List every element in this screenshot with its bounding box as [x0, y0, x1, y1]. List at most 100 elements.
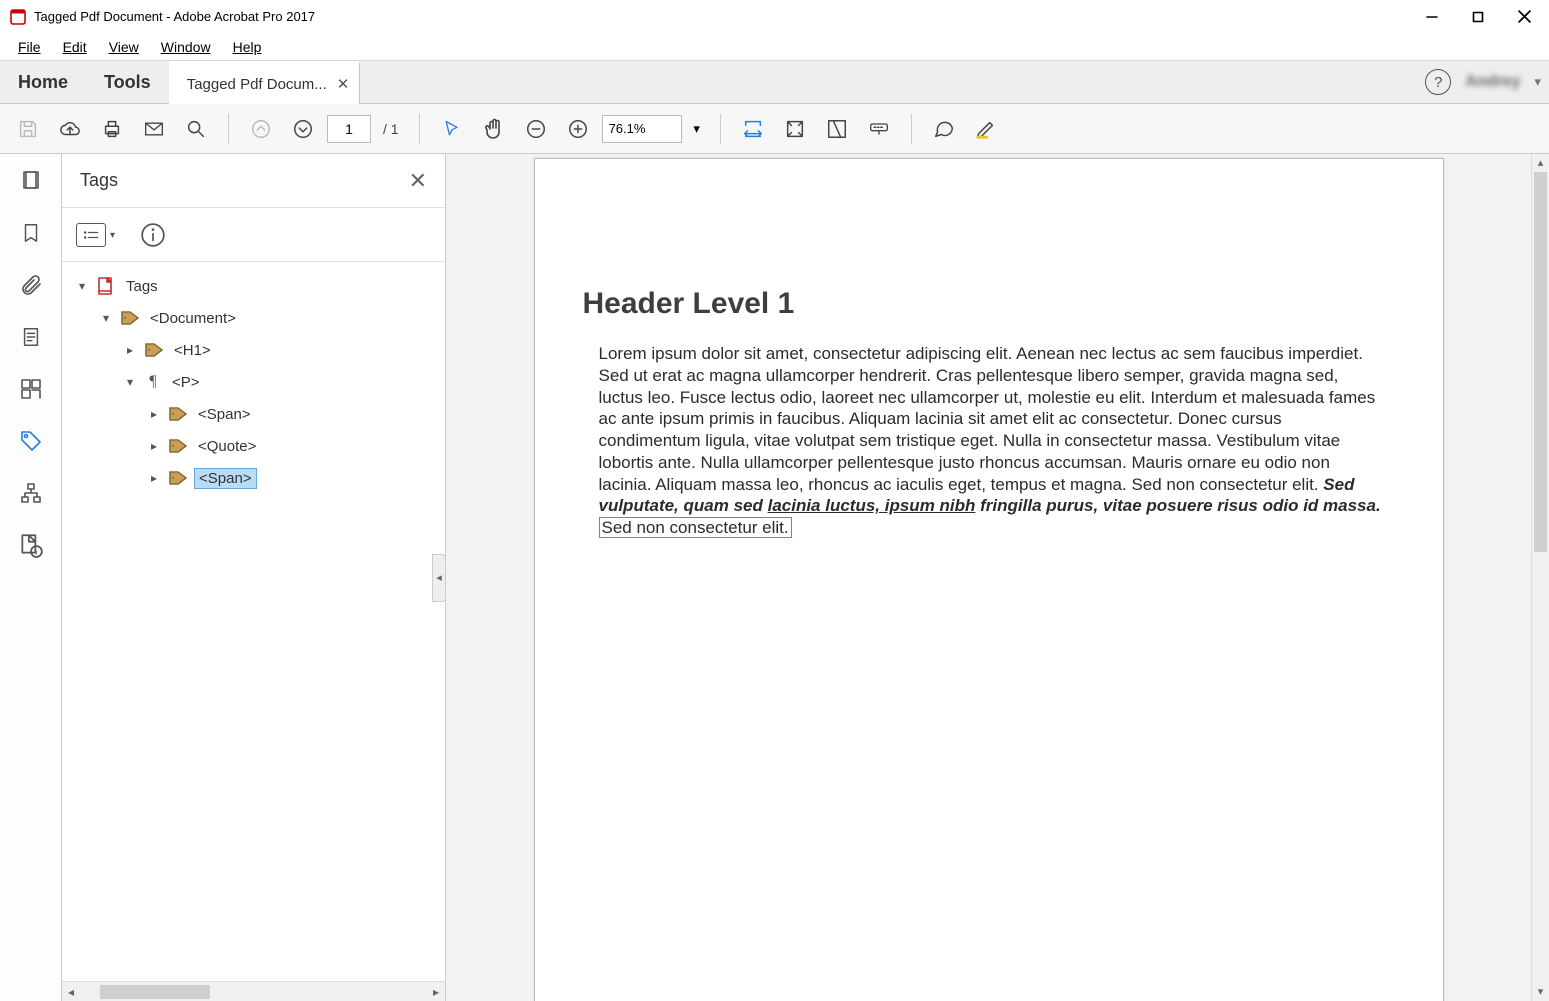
close-button[interactable] — [1501, 2, 1547, 32]
panel-close-icon[interactable]: ✕ — [409, 168, 427, 194]
paragraph-icon: ¶ — [144, 373, 162, 391]
tree-p-label: <P> — [168, 373, 204, 392]
panel-options-icon[interactable]: ▾ — [76, 223, 106, 247]
highlight-pen-icon[interactable] — [968, 111, 1004, 147]
comment-icon[interactable] — [926, 111, 962, 147]
scroll-left-icon[interactable]: ◂ — [62, 985, 80, 999]
left-nav-bar: i — [0, 154, 62, 1001]
menu-view[interactable]: View — [99, 36, 149, 58]
tag-icon — [144, 342, 164, 358]
tab-home[interactable]: Home — [0, 61, 86, 103]
page-body: Lorem ipsum dolor sit amet, consectetur … — [583, 343, 1383, 539]
tags-panel-icon[interactable] — [14, 424, 48, 458]
thumbnails-icon[interactable] — [14, 164, 48, 198]
scroll-thumb[interactable] — [1534, 172, 1547, 552]
body-text-link[interactable]: lacinia luctus, ipsum nibh — [768, 496, 976, 515]
attachments-icon[interactable] — [14, 268, 48, 302]
tree-span1[interactable]: ▸ <Span> — [70, 398, 445, 430]
tab-close-icon[interactable]: ✕ — [337, 75, 350, 93]
tab-strip: Home Tools Tagged Pdf Docum... ✕ ? Andre… — [0, 60, 1549, 104]
acrobat-icon — [10, 9, 26, 25]
tree-p[interactable]: ▾ ¶ <P> — [70, 366, 445, 398]
selection-cursor-icon[interactable] — [434, 111, 470, 147]
tree-span1-label: <Span> — [194, 405, 255, 424]
tag-icon — [168, 406, 188, 422]
tree-span2-label: <Span> — [194, 468, 257, 489]
page-heading: Header Level 1 — [583, 287, 1383, 321]
menu-file[interactable]: File — [8, 36, 51, 58]
user-name[interactable]: Andrey — [1461, 73, 1524, 91]
chevron-down-icon[interactable]: ▾ — [98, 311, 114, 325]
page-number-input[interactable] — [327, 115, 371, 143]
menu-edit[interactable]: Edit — [53, 36, 97, 58]
panel-horizontal-scrollbar[interactable]: ◂ ▸ — [62, 981, 445, 1001]
tab-document-label: Tagged Pdf Docum... — [187, 76, 327, 93]
tree-h1-label: <H1> — [170, 341, 215, 360]
page-down-icon[interactable] — [285, 111, 321, 147]
menu-window[interactable]: Window — [151, 36, 221, 58]
panel-title: Tags — [80, 170, 118, 191]
chevron-right-icon[interactable]: ▸ — [122, 343, 138, 357]
scroll-up-icon[interactable]: ▴ — [1532, 154, 1549, 172]
minimize-button[interactable] — [1409, 2, 1455, 32]
tags-tree[interactable]: ▾ Tags ▾ <Document> ▸ <H1> ▾ ¶ <P> ▸ — [62, 262, 445, 981]
pdf-icon — [96, 278, 116, 294]
read-mode-icon[interactable] — [861, 111, 897, 147]
scroll-thumb[interactable] — [100, 985, 210, 999]
tab-tools[interactable]: Tools — [86, 61, 169, 103]
fullscreen-icon[interactable] — [819, 111, 855, 147]
chevron-down-icon[interactable]: ▾ — [74, 279, 90, 293]
zoom-in-icon[interactable] — [560, 111, 596, 147]
tree-root[interactable]: ▾ Tags — [70, 270, 445, 302]
document-viewer[interactable]: Header Level 1 Lorem ipsum dolor sit ame… — [446, 154, 1531, 1001]
tree-document[interactable]: ▾ <Document> — [70, 302, 445, 334]
print-icon[interactable] — [94, 111, 130, 147]
zoom-dropdown-icon[interactable]: ▾ — [688, 115, 706, 143]
tree-h1[interactable]: ▸ <H1> — [70, 334, 445, 366]
window-title: Tagged Pdf Document - Adobe Acrobat Pro … — [34, 9, 315, 24]
structure-icon[interactable] — [14, 476, 48, 510]
panel-collapse-handle[interactable]: ◂ — [432, 554, 446, 602]
zoom-out-icon[interactable] — [518, 111, 554, 147]
accessibility-report-icon[interactable]: i — [14, 528, 48, 562]
fit-width-icon[interactable] — [735, 111, 771, 147]
body-text-plain: Lorem ipsum dolor sit amet, consectetur … — [599, 344, 1376, 494]
maximize-button[interactable] — [1455, 2, 1501, 32]
title-bar: Tagged Pdf Document - Adobe Acrobat Pro … — [0, 0, 1549, 34]
tab-document[interactable]: Tagged Pdf Docum... ✕ — [169, 61, 361, 104]
chevron-down-icon[interactable]: ▾ — [122, 375, 138, 389]
search-icon[interactable] — [178, 111, 214, 147]
svg-text:i: i — [35, 548, 37, 557]
scroll-down-icon[interactable]: ▾ — [1532, 983, 1549, 1001]
tree-span2[interactable]: ▸ <Span> — [70, 462, 445, 494]
content-panel-icon[interactable] — [14, 320, 48, 354]
email-icon[interactable] — [136, 111, 172, 147]
toolbar: / 1 ▾ — [0, 104, 1549, 154]
help-icon[interactable]: ? — [1425, 69, 1451, 95]
tree-quote[interactable]: ▸ <Quote> — [70, 430, 445, 462]
body-text-bolditalic-tail: fringilla purus, vitae posuere risus odi… — [975, 496, 1380, 515]
panel-info-icon[interactable] — [136, 218, 170, 252]
chevron-right-icon[interactable]: ▸ — [146, 439, 162, 453]
tree-root-label: Tags — [122, 277, 162, 296]
menu-help[interactable]: Help — [223, 36, 272, 58]
bookmarks-icon[interactable] — [14, 216, 48, 250]
page-total-label: / 1 — [383, 121, 399, 137]
cloud-upload-icon[interactable] — [52, 111, 88, 147]
zoom-input[interactable] — [602, 115, 682, 143]
body-text-boxed: Sed non consectetur elit. — [599, 517, 792, 538]
order-panel-icon[interactable] — [14, 372, 48, 406]
fit-page-icon[interactable] — [777, 111, 813, 147]
menu-bar: File Edit View Window Help — [0, 34, 1549, 60]
tag-icon — [168, 438, 188, 454]
chevron-right-icon[interactable]: ▸ — [146, 471, 162, 485]
chevron-right-icon[interactable]: ▸ — [146, 407, 162, 421]
pdf-page: Header Level 1 Lorem ipsum dolor sit ame… — [534, 158, 1444, 1001]
hand-tool-icon[interactable] — [476, 111, 512, 147]
tag-icon — [168, 470, 188, 486]
scroll-right-icon[interactable]: ▸ — [427, 985, 445, 999]
page-up-icon[interactable] — [243, 111, 279, 147]
vertical-scrollbar[interactable]: ▴ ▾ — [1531, 154, 1549, 1001]
user-menu-chevron-icon[interactable]: ▾ — [1534, 74, 1541, 90]
save-icon[interactable] — [10, 111, 46, 147]
